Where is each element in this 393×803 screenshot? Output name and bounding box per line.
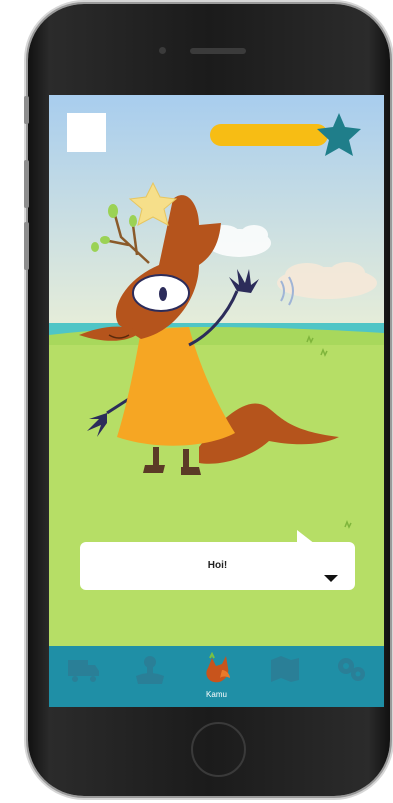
dialog-bubble[interactable]: Hoi! bbox=[80, 542, 355, 590]
fox-boot bbox=[181, 467, 201, 475]
grass bbox=[49, 335, 384, 655]
tab-game[interactable] bbox=[116, 646, 183, 707]
map-icon bbox=[271, 656, 299, 682]
menu-button[interactable] bbox=[67, 113, 106, 152]
fox-leg bbox=[183, 449, 189, 467]
star-icon bbox=[317, 113, 361, 156]
tab-map[interactable] bbox=[250, 646, 317, 707]
fox-pupil bbox=[159, 287, 167, 301]
fox-boot bbox=[143, 465, 165, 473]
controller-icon bbox=[136, 656, 164, 684]
settings-icon bbox=[338, 658, 365, 681]
phone-volume-up bbox=[24, 160, 29, 208]
truck-icon bbox=[68, 660, 99, 682]
progress-bar bbox=[210, 124, 328, 146]
tab-settings[interactable] bbox=[317, 646, 384, 707]
tab-truck[interactable] bbox=[49, 646, 116, 707]
dialog-next-arrow-icon[interactable] bbox=[324, 575, 338, 582]
game-scene bbox=[49, 95, 384, 655]
front-camera bbox=[159, 47, 166, 54]
home-button[interactable] bbox=[191, 722, 246, 777]
tab-kamu[interactable]: Kamu bbox=[183, 646, 250, 707]
fox-icon bbox=[206, 652, 230, 683]
dialog-text: Hoi! bbox=[207, 560, 228, 571]
fox-leg bbox=[153, 447, 159, 465]
bottom-tab-bar: Kamu bbox=[49, 646, 384, 707]
tab-label: Kamu bbox=[206, 690, 227, 699]
phone-mute-switch bbox=[24, 96, 29, 124]
game-screen: Hoi! Kamu bbox=[49, 95, 384, 707]
earpiece-speaker bbox=[190, 48, 246, 54]
phone-volume-down bbox=[24, 222, 29, 270]
